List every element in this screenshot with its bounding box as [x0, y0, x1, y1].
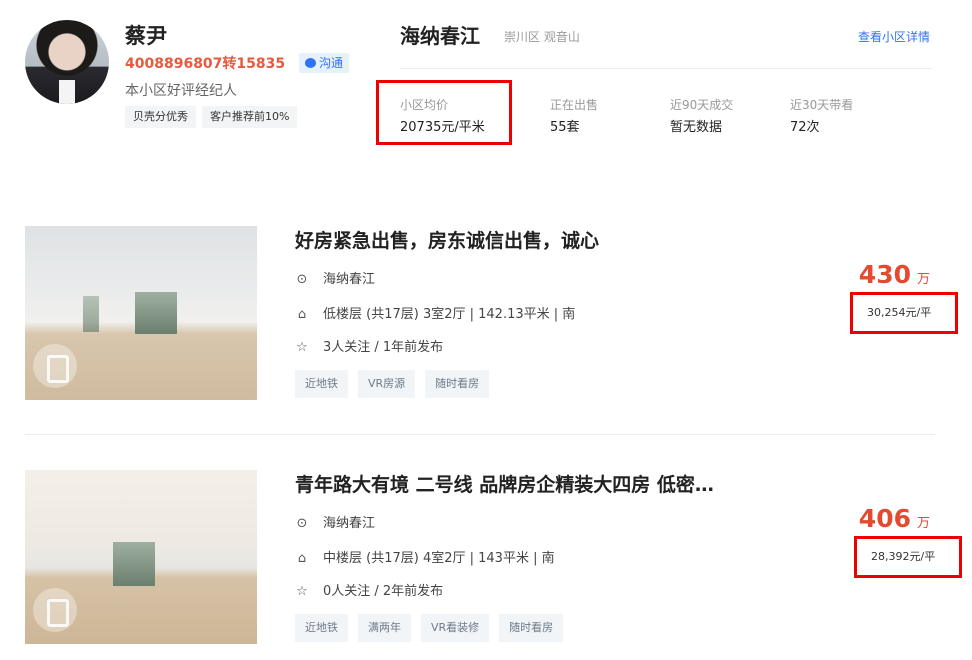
community-detail-link[interactable]: 查看小区详情 — [858, 28, 930, 45]
agent-card: 蔡尹 4008896807转15835 沟通 本小区好评经纪人 贝壳分优秀 客户… — [25, 20, 355, 130]
agent-avatar[interactable] — [25, 20, 109, 104]
listing-title[interactable]: 青年路大有境 二号线 品牌房企精装大四房 低密… — [295, 470, 714, 497]
stat-deals-90d: 近90天成交 暂无数据 — [670, 96, 733, 135]
listing-price: 430 万 — [859, 260, 930, 289]
listing-photo[interactable] — [25, 470, 257, 644]
house-icon: ⌂ — [297, 551, 307, 566]
chat-button[interactable]: 沟通 — [299, 53, 350, 73]
listing-unit-price: 28,392元/平 — [854, 536, 962, 578]
listing-follow: 3人关注 / 1年前发布 — [323, 340, 444, 355]
listing-follow: 0人关注 / 2年前发布 — [323, 584, 444, 599]
listing-tags: 近地铁 VR房源 随时看房 — [295, 370, 490, 398]
stat-label: 近90天成交 — [670, 98, 734, 112]
agent-phone: 4008896807转15835 — [125, 56, 286, 72]
vr-icon — [33, 588, 77, 632]
listing-follow-row: ☆ 0人关注 / 2年前发布 — [295, 580, 443, 599]
agent-tag: 客户推荐前10% — [202, 106, 298, 128]
listing-item[interactable]: 青年路大有境 二号线 品牌房企精装大四房 低密… ⊙ 海纳春江 ⌂ 中楼层 (共17… — [25, 470, 962, 650]
listing-follow-row: ☆ 3人关注 / 1年前发布 — [295, 336, 443, 355]
house-icon: ⌂ — [297, 307, 307, 322]
listing-price: 406 万 — [859, 504, 930, 533]
price-unit: 万 — [916, 516, 930, 531]
listing-tag: 近地铁 — [295, 614, 348, 642]
location-pin-icon: ⊙ — [296, 516, 308, 531]
listing-info-row: ⌂ 中楼层 (共17层) 4室2厅 | 143平米 | 南 — [295, 547, 555, 566]
community-location: 崇川区 观音山 — [504, 30, 580, 44]
stat-on-sale[interactable]: 正在出售 55套 — [550, 96, 598, 135]
price-unit: 万 — [916, 272, 930, 287]
divider — [25, 434, 935, 435]
listing-photo[interactable] — [25, 226, 257, 400]
price-value: 406 — [858, 504, 911, 533]
stat-value: 暂无数据 — [670, 120, 723, 135]
listing-unit-price: 30,254元/平 — [850, 292, 958, 334]
agent-tag: 贝壳分优秀 — [125, 106, 196, 128]
listing-tag: VR房源 — [358, 370, 416, 398]
listing-community-row: ⊙ 海纳春江 — [295, 268, 375, 287]
listing-tag: VR看装修 — [421, 614, 490, 642]
stat-value: 55套 — [550, 120, 580, 135]
listing-community-row: ⊙ 海纳春江 — [295, 512, 375, 531]
chat-button-label: 沟通 — [319, 56, 344, 70]
stat-visits-30d: 近30天带看 72次 — [790, 96, 853, 135]
listing-info-row: ⌂ 低楼层 (共17层) 3室2厅 | 142.13平米 | 南 — [295, 303, 575, 322]
divider — [400, 68, 932, 69]
stat-label: 正在出售 — [550, 98, 599, 112]
listing-info: 低楼层 (共17层) 3室2厅 | 142.13平米 | 南 — [323, 307, 576, 322]
listing-tag: 近地铁 — [295, 370, 348, 398]
star-icon: ☆ — [296, 584, 308, 599]
listing-title[interactable]: 好房紧急出售，房东诚信出售，诚心 — [295, 226, 599, 253]
listing-tags: 近地铁 满两年 VR看装修 随时看房 — [295, 614, 564, 642]
stat-label: 近30天带看 — [790, 98, 854, 112]
star-icon: ☆ — [296, 340, 308, 355]
listing-info: 中楼层 (共17层) 4室2厅 | 143平米 | 南 — [323, 551, 555, 566]
listing-tag: 随时看房 — [499, 614, 564, 642]
price-value: 430 — [858, 260, 911, 289]
location-pin-icon: ⊙ — [296, 272, 308, 287]
vr-icon — [33, 344, 77, 388]
listing-tag: 随时看房 — [425, 370, 490, 398]
community-name[interactable]: 海纳春江 — [400, 20, 480, 49]
listing-community[interactable]: 海纳春江 — [323, 272, 375, 287]
chat-bubble-icon — [305, 58, 316, 68]
listing-tag: 满两年 — [358, 614, 411, 642]
listing-item[interactable]: 好房紧急出售，房东诚信出售，诚心 ⊙ 海纳春江 ⌂ 低楼层 (共17层) 3室2厅 … — [25, 226, 958, 406]
agent-name[interactable]: 蔡尹 — [125, 20, 167, 50]
listing-community[interactable]: 海纳春江 — [323, 516, 375, 531]
agent-description: 本小区好评经纪人 — [125, 83, 237, 99]
highlight-box — [376, 80, 512, 145]
stat-value: 72次 — [790, 120, 820, 135]
agent-tags: 贝壳分优秀 客户推荐前10% — [125, 106, 298, 128]
